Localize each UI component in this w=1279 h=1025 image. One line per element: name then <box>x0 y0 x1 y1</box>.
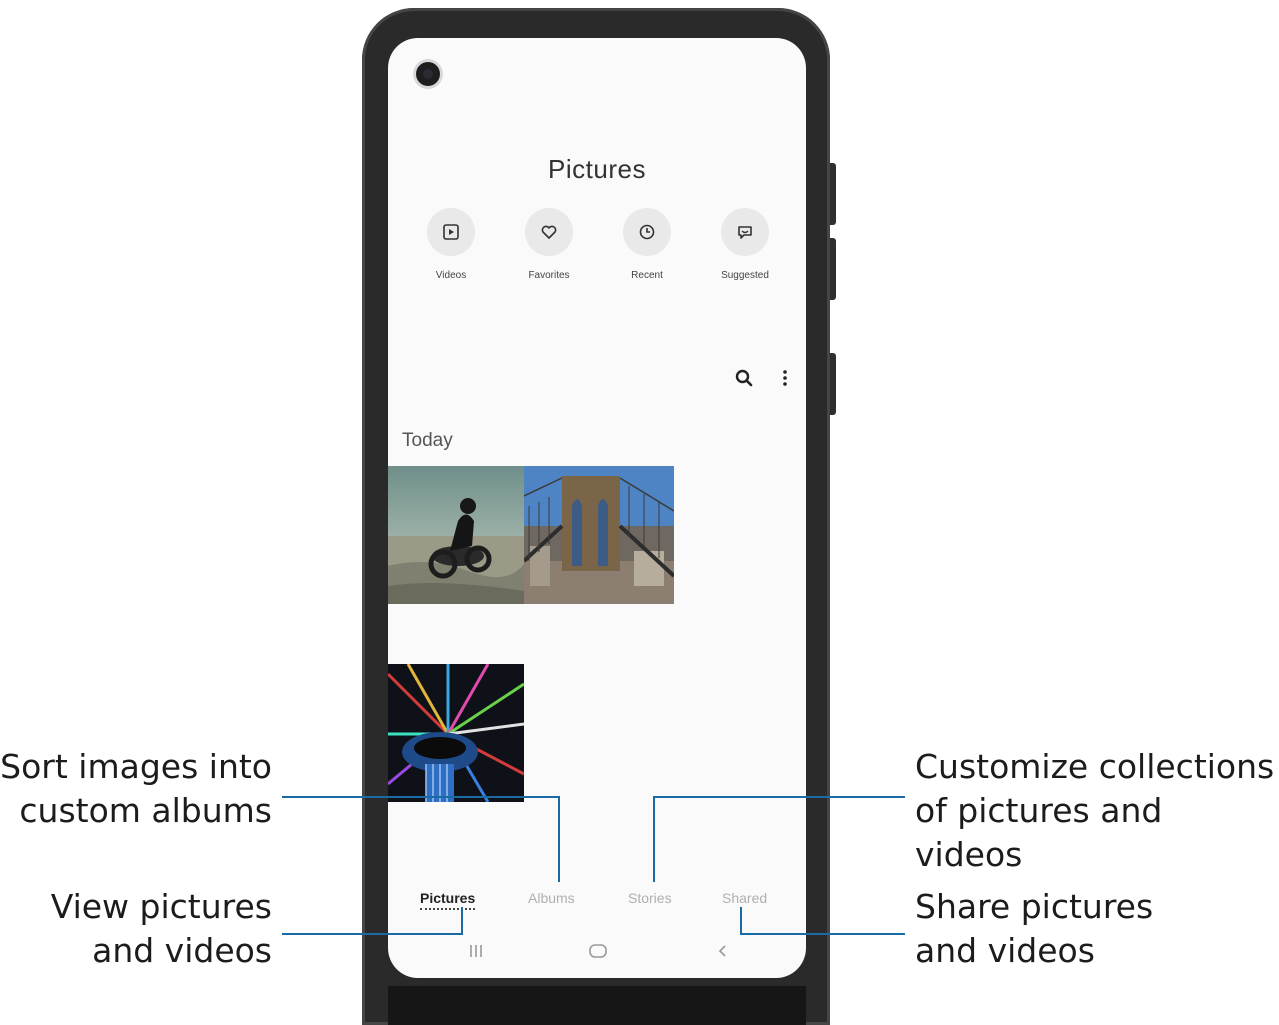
search-icon[interactable] <box>732 366 756 390</box>
shortcut-label: Favorites <box>528 270 570 281</box>
shortcut-label: Videos <box>435 270 467 281</box>
callout-albums: Sort images into custom albums <box>0 745 272 833</box>
suggested-icon <box>721 208 769 256</box>
callout-line-shared <box>740 907 742 935</box>
callout-stories-line-1: Customize collections <box>915 747 1275 786</box>
callout-line-stories <box>653 796 905 798</box>
more-vertical-icon[interactable] <box>778 366 792 390</box>
phone-chin <box>388 986 806 1025</box>
front-camera <box>416 62 440 86</box>
bottom-tab-bar: Pictures Albums Stories Shared <box>388 890 806 916</box>
system-nav-bar <box>388 933 806 973</box>
power-button <box>830 353 836 415</box>
shortcut-label: Recent <box>631 270 663 281</box>
tab-shared[interactable]: Shared <box>722 890 767 906</box>
home-icon[interactable] <box>588 943 608 963</box>
callout-stories: Customize collections of pictures and vid… <box>915 745 1279 877</box>
tab-albums[interactable]: Albums <box>528 890 575 906</box>
clock-icon <box>623 208 671 256</box>
callout-pictures-line-1: View pictures <box>50 887 272 926</box>
shortcut-videos[interactable]: Videos <box>408 208 494 281</box>
callout-albums-line-1: Sort images into <box>0 747 272 786</box>
callout-shared-line-2: and videos <box>915 931 1095 970</box>
callout-line-pictures <box>282 933 463 935</box>
volume-down-button <box>830 238 836 300</box>
callout-line-albums <box>558 796 560 882</box>
shortcut-row: Videos Favorites Recent Suggested <box>408 208 788 281</box>
shortcut-favorites[interactable]: Favorites <box>506 208 592 281</box>
callout-shared: Share pictures and videos <box>915 885 1279 973</box>
tab-stories[interactable]: Stories <box>628 890 672 906</box>
shortcut-label: Suggested <box>721 270 769 281</box>
callout-pictures-line-2: and videos <box>92 931 272 970</box>
callout-shared-line-1: Share pictures <box>915 887 1154 926</box>
heart-icon <box>525 208 573 256</box>
section-today-label: Today <box>402 430 453 451</box>
callout-pictures: View pictures and videos <box>0 885 272 973</box>
video-icon <box>427 208 475 256</box>
ferris-wheel-photo[interactable] <box>388 664 524 802</box>
callout-stories-line-2: of pictures and videos <box>915 791 1163 874</box>
recents-icon[interactable] <box>468 943 484 963</box>
callout-albums-line-2: custom albums <box>19 791 272 830</box>
shortcut-recent[interactable]: Recent <box>604 208 690 281</box>
page-title: Pictures <box>548 154 646 184</box>
volume-up-button <box>830 163 836 225</box>
callout-line-stories <box>653 796 655 882</box>
bridge-photo[interactable] <box>524 466 674 604</box>
phone-frame: Pictures Videos Favorites Recent Suggest… <box>362 8 836 1025</box>
shortcut-suggested[interactable]: Suggested <box>702 208 788 281</box>
tab-pictures[interactable]: Pictures <box>420 890 476 910</box>
back-icon[interactable] <box>716 943 728 963</box>
callout-line-albums <box>282 796 560 798</box>
callout-line-pictures <box>461 907 463 935</box>
callout-line-shared <box>740 933 905 935</box>
phone-screen: Pictures Videos Favorites Recent Suggest… <box>388 38 806 978</box>
motorcycle-photo[interactable] <box>388 466 524 604</box>
